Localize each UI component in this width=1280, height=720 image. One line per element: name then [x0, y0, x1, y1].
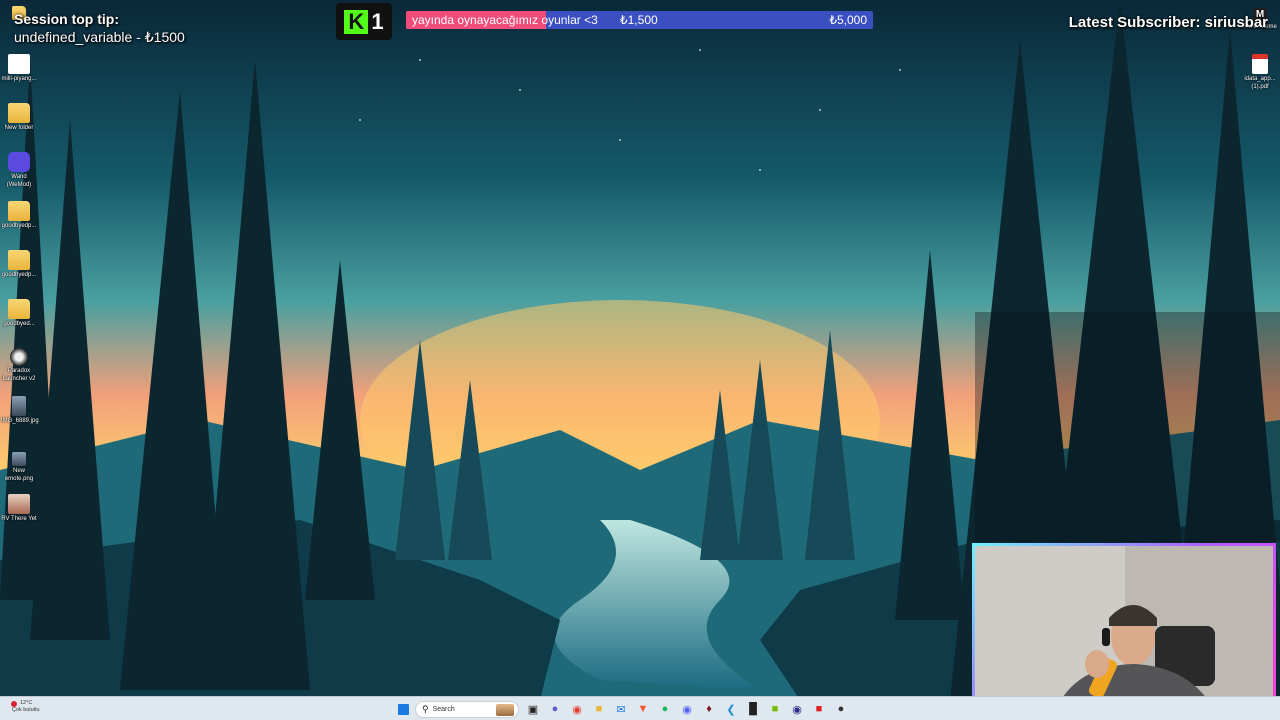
teams-icon[interactable]: ● [547, 701, 563, 717]
pdf-icon [1252, 54, 1268, 74]
weather-widget[interactable]: 12°C Çok bulutlu [11, 700, 40, 714]
discord-icon[interactable]: ◉ [679, 701, 695, 717]
nvidia-icon[interactable]: ■ [767, 701, 783, 717]
desktop-icon[interactable]: goodbyed... [1, 299, 37, 329]
desktop-icon[interactable]: New emote.png [1, 452, 37, 483]
terminal-icon[interactable]: █ [745, 701, 761, 717]
goal-current: ₺1,500 [620, 13, 658, 27]
goal-label: yayında oynayacağımız oyunlar <3 [412, 13, 598, 27]
weather-desc: Çok bulutlu [12, 707, 40, 713]
search-placeholder: Search [432, 705, 455, 713]
search-highlight-icon [496, 703, 514, 716]
desktop-icon[interactable]: goodbyedp... [1, 250, 37, 280]
spotify-icon[interactable]: ● [657, 701, 673, 717]
taskbar: 12°C Çok bulutlu ⚲ Search ▣ ● ◉ ■ ✉ ▼ ● … [0, 696, 1280, 720]
folder-icon [8, 201, 30, 221]
kick-count: 1 [371, 8, 384, 34]
folder-icon [8, 103, 30, 123]
windows-start-icon[interactable] [398, 703, 409, 715]
search-icon: ⚲ [422, 703, 429, 714]
desktop-icon[interactable]: goodbyedp... [1, 201, 37, 231]
mail-icon[interactable]: ✉ [613, 701, 629, 717]
desktop-icon[interactable]: milli-piyang... [1, 54, 37, 84]
brave-icon[interactable]: ▼ [635, 701, 651, 717]
doc-icon [8, 54, 30, 74]
chrome-icon[interactable]: ◉ [569, 701, 585, 717]
wand-icon [8, 152, 30, 172]
webcam-feed [972, 543, 1276, 714]
goal-target: ₺5,000 [829, 13, 867, 27]
desktop-icon[interactable]: RV There Yet [1, 494, 37, 524]
search-input[interactable]: ⚲ Search [415, 700, 519, 718]
obs-icon[interactable]: ◉ [789, 701, 805, 717]
file-explorer-icon[interactable]: ■ [591, 701, 607, 717]
desktop-icons-left: milli-piyang... New folder Wand (WeMod) … [0, 0, 39, 540]
taskbar-apps: ⚲ Search ▣ ● ◉ ■ ✉ ▼ ● ◉ ♦ ❮ █ ■ ◉ ■ ● [398, 700, 849, 718]
vscode-icon[interactable]: ❮ [723, 701, 739, 717]
app-icon[interactable]: ■ [811, 701, 827, 717]
webcam-image [975, 546, 1273, 711]
session-top-tip: Session top tip: undefined_variable - ₺1… [14, 10, 185, 46]
game-icon [8, 494, 30, 514]
kick-logo-icon: K [344, 9, 369, 34]
task-view-icon[interactable]: ▣ [525, 701, 541, 717]
photo-icon [12, 396, 26, 416]
overlay-panel [975, 312, 1280, 542]
folder-icon [8, 299, 30, 319]
kick-viewer-badge: K 1 [336, 3, 392, 40]
desktop-icon[interactable]: IMG_6889.jpg [1, 396, 39, 426]
weather-icon [11, 701, 17, 707]
paradox-icon [10, 348, 28, 366]
desktop-icon[interactable]: idata_app... (1).pdf [1242, 54, 1278, 91]
donation-goal-bar: yayında oynayacağımız oyunlar <3 ₺1,500 … [406, 11, 873, 29]
steam-icon[interactable]: ● [833, 701, 849, 717]
desktop-icon[interactable]: Wand (WeMod) [1, 152, 37, 189]
game-icon[interactable]: ♦ [701, 701, 717, 717]
photo-icon [12, 452, 26, 466]
folder-icon [8, 250, 30, 270]
desktop-icon[interactable]: New folder [1, 103, 37, 133]
latest-subscriber: Latest Subscriber: siriusbar [1068, 14, 1268, 31]
desktop-icon[interactable]: Paradox Launcher v2 [1, 348, 37, 383]
tip-title: Session top tip: [14, 11, 119, 27]
tip-value: undefined_variable - ₺1500 [14, 29, 185, 45]
